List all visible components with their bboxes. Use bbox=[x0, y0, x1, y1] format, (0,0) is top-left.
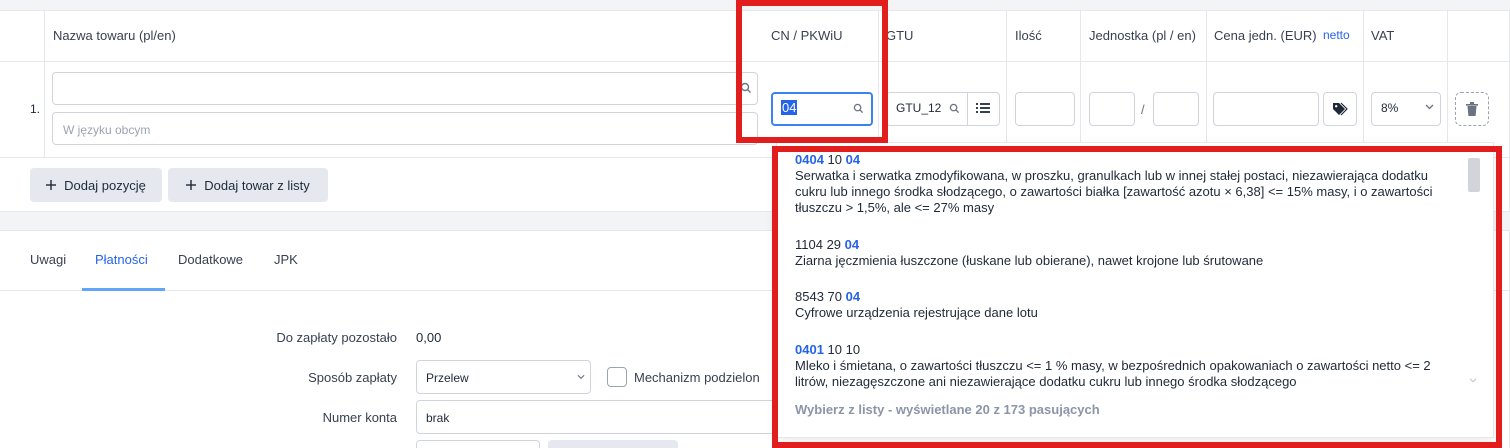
col-divider bbox=[1363, 10, 1364, 157]
header-gtu: GTU bbox=[886, 28, 914, 43]
plus-icon bbox=[186, 180, 197, 190]
chevron-down-icon bbox=[1425, 104, 1434, 110]
account-number-input[interactable] bbox=[416, 400, 796, 434]
col-divider bbox=[1080, 10, 1081, 157]
trash-icon bbox=[1466, 102, 1478, 116]
unit-en-input[interactable] bbox=[1153, 92, 1199, 126]
header-price: Cena jedn. (EUR) bbox=[1214, 28, 1317, 43]
partial-button[interactable] bbox=[548, 440, 678, 448]
quantity-input[interactable] bbox=[1015, 92, 1075, 126]
tab-uwagi[interactable]: Uwagi bbox=[30, 252, 66, 267]
header-qty: Ilość bbox=[1015, 28, 1042, 43]
tab-jpk[interactable]: JPK bbox=[274, 252, 298, 267]
header-unit: Jednostka (pl / en) bbox=[1089, 28, 1196, 43]
gtu-divider bbox=[967, 93, 968, 125]
search-icon[interactable] bbox=[949, 103, 960, 114]
tab-platnosci[interactable]: Płatności bbox=[95, 252, 148, 267]
col-divider bbox=[1447, 10, 1448, 157]
tab-active-underline bbox=[82, 288, 165, 291]
gtu-value: GTU_12 bbox=[896, 101, 942, 115]
delete-row-button[interactable] bbox=[1455, 92, 1489, 126]
col-divider bbox=[44, 10, 45, 157]
list-icon[interactable] bbox=[976, 102, 990, 114]
cn-column-highlight bbox=[736, 0, 888, 143]
method-label: Sposób zapłaty bbox=[308, 370, 397, 385]
header-vat: VAT bbox=[1371, 28, 1395, 43]
plus-icon bbox=[46, 180, 57, 190]
foreign-name-placeholder: W języku obcym bbox=[63, 123, 151, 137]
add-item-label: Dodaj pozycję bbox=[64, 177, 146, 193]
add-from-list-label: Dodaj towar z listy bbox=[204, 177, 310, 193]
unit-pl-input[interactable] bbox=[1089, 92, 1135, 126]
remaining-value: 0,00 bbox=[416, 330, 442, 345]
unit-separator: / bbox=[1141, 102, 1145, 117]
chevron-down-icon bbox=[577, 374, 585, 380]
partial-field[interactable] bbox=[416, 440, 540, 448]
price-input[interactable] bbox=[1213, 92, 1319, 126]
dropdown-highlight bbox=[772, 146, 1502, 448]
add-item-button[interactable]: Dodaj pozycję bbox=[30, 168, 162, 202]
col-divider bbox=[1006, 10, 1007, 157]
col-divider bbox=[1206, 10, 1207, 157]
row-number: 1. bbox=[30, 102, 41, 116]
tab-dodatkowe[interactable]: Dodatkowe bbox=[178, 252, 243, 267]
split-payment-label: Mechanizm podzielon bbox=[634, 370, 760, 385]
tag-icon bbox=[1332, 102, 1348, 116]
vat-value: 8% bbox=[1381, 101, 1399, 115]
add-from-list-button[interactable]: Dodaj towar z listy bbox=[168, 168, 328, 202]
price-tag-button[interactable] bbox=[1323, 92, 1357, 126]
split-payment-checkbox[interactable] bbox=[607, 367, 627, 387]
product-name-input[interactable] bbox=[52, 72, 758, 105]
account-label: Numer konta bbox=[322, 410, 397, 425]
account-number-value: brak bbox=[426, 411, 450, 425]
payment-method-value: Przelew bbox=[426, 371, 469, 385]
remaining-label: Do zapłaty pozostało bbox=[276, 330, 397, 345]
header-name: Nazwa towaru (pl/en) bbox=[53, 28, 176, 43]
price-mode-toggle[interactable]: netto bbox=[1323, 28, 1350, 42]
foreign-name-input[interactable] bbox=[52, 112, 758, 145]
